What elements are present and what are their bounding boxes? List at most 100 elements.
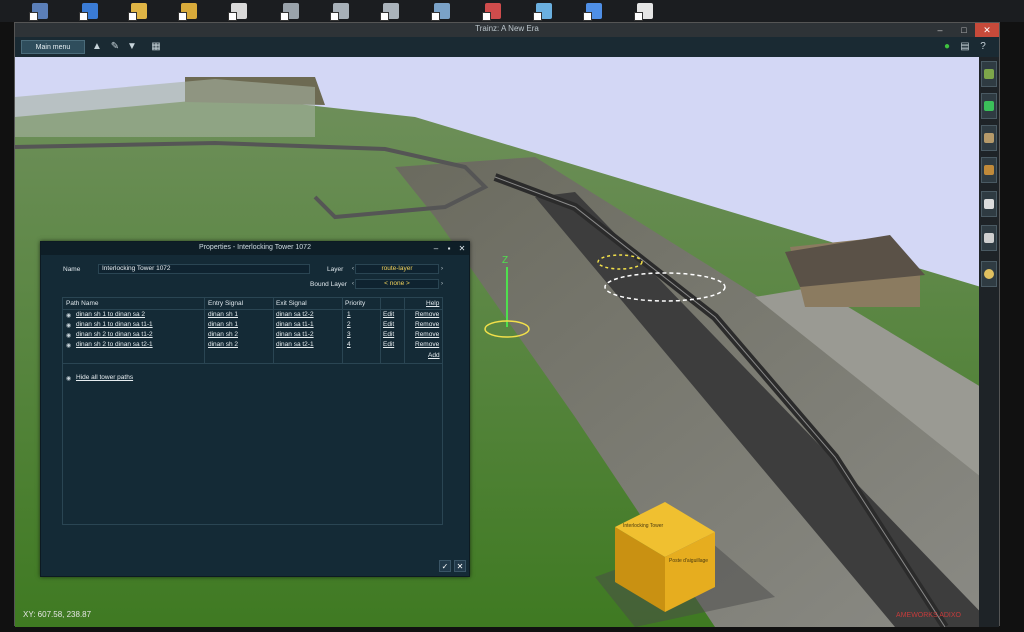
desktop-taskbar <box>0 0 1024 22</box>
divider <box>63 309 442 310</box>
properties-dialog: Properties - Interlocking Tower 1072 – ▪… <box>40 241 470 577</box>
exit-signal-link[interactable]: dinan sa t1-1 <box>276 321 314 328</box>
tool-sidebar <box>979 57 999 627</box>
bound-layer-select[interactable]: < none > <box>355 279 439 289</box>
remove-link[interactable]: Remove <box>415 331 439 338</box>
tool-terrain-button[interactable] <box>981 61 997 87</box>
maximize-button[interactable]: □ <box>953 23 975 37</box>
exit-signal-link[interactable]: dinan sa t2-1 <box>276 341 314 348</box>
document-shortcut-icon[interactable] <box>228 3 247 21</box>
app-shortcut-icon[interactable] <box>280 3 299 21</box>
dialog-close-button[interactable]: ✕ <box>457 243 467 254</box>
folder-shortcut-icon[interactable] <box>178 3 197 21</box>
cancel-button[interactable]: ✕ <box>454 560 466 572</box>
divider <box>273 298 274 363</box>
folder-shortcut-icon[interactable] <box>128 3 147 21</box>
eye-icon[interactable]: ◉ <box>66 322 71 329</box>
xy-readout: XY: 607.58, 238.87 <box>23 610 92 619</box>
watermark: AMEWORKS ADIXO <box>896 612 961 619</box>
hide-all-tower-paths-link[interactable]: Hide all tower paths <box>76 374 133 381</box>
main-menu-button[interactable]: Main menu <box>21 40 85 54</box>
app-shortcut-icon[interactable] <box>431 3 450 21</box>
tool-layers-button[interactable] <box>981 225 997 251</box>
minimize-button[interactable]: – <box>929 23 951 37</box>
exit-signal-header: Exit Signal <box>276 300 307 307</box>
priority-link[interactable]: 1 <box>347 311 351 318</box>
priority-header: Priority <box>345 300 366 307</box>
layer-label: Layer <box>327 266 344 273</box>
bound-layer-next-icon[interactable]: › <box>441 281 443 287</box>
app-shortcut-icon[interactable] <box>330 3 349 21</box>
tool-track-button[interactable] <box>981 157 997 183</box>
remove-link[interactable]: Remove <box>415 321 439 328</box>
edit-link[interactable]: Edit <box>383 321 394 328</box>
entry-signal-header: Entry Signal <box>208 300 244 307</box>
panel-icon[interactable]: ▤ <box>959 41 971 53</box>
app-shortcut-icon[interactable] <box>79 3 98 21</box>
dialog-minimize-button[interactable]: – <box>431 243 441 254</box>
document-shortcut-icon[interactable] <box>634 3 653 21</box>
remove-link[interactable]: Remove <box>415 341 439 348</box>
entry-signal-link[interactable]: dinan sh 1 <box>208 321 238 328</box>
priority-link[interactable]: 2 <box>347 321 351 328</box>
entry-signal-link[interactable]: dinan sh 2 <box>208 331 238 338</box>
title-bar[interactable]: Trainz: A New Era – □ ✕ <box>15 23 999 37</box>
path-name-link[interactable]: dinan sh 2 to dinan sa t1-2 <box>76 331 153 338</box>
grid-icon[interactable]: ▦ <box>150 41 162 53</box>
tool-wrench-button[interactable] <box>981 191 997 217</box>
edit-link[interactable]: Edit <box>383 311 394 318</box>
dialog-maximize-button[interactable]: ▪ <box>444 243 454 254</box>
priority-link[interactable]: 3 <box>347 331 351 338</box>
app-shortcut-icon[interactable] <box>380 3 399 21</box>
entry-signal-link[interactable]: dinan sh 1 <box>208 311 238 318</box>
paths-table: Path Name Entry Signal Exit Signal Prior… <box>62 297 443 525</box>
bound-layer-prev-icon[interactable]: ‹ <box>352 281 354 287</box>
divider <box>404 298 405 363</box>
edit-icon[interactable]: ✎ <box>109 41 121 53</box>
name-field[interactable]: Interlocking Tower 1072 <box>98 264 310 274</box>
edit-link[interactable]: Edit <box>383 341 394 348</box>
close-button[interactable]: ✕ <box>975 23 999 37</box>
window-title: Trainz: A New Era <box>475 24 539 33</box>
layer-select[interactable]: route-layer <box>355 264 439 274</box>
tower-box-label: Interlocking Tower <box>623 523 664 529</box>
user-icon[interactable]: ▲ <box>91 41 103 53</box>
divider <box>63 363 442 364</box>
path-name-link[interactable]: dinan sh 2 to dinan sa t2-1 <box>76 341 153 348</box>
help-link[interactable]: Help <box>426 300 439 307</box>
name-label: Name <box>63 266 81 273</box>
status-icon[interactable]: ● <box>941 41 953 53</box>
ok-button[interactable]: ✓ <box>439 560 451 572</box>
eye-icon[interactable]: ◉ <box>66 312 71 319</box>
tool-objects-button[interactable] <box>981 125 997 151</box>
gizmo-label: Z <box>502 255 508 266</box>
tool-paint-button[interactable] <box>981 93 997 119</box>
toolbar: Main menu ▲ ✎ ▼ ▦ ● ▤ ? <box>15 37 999 57</box>
exit-signal-link[interactable]: dinan sa t1-2 <box>276 331 314 338</box>
app-shortcut-icon[interactable] <box>482 3 501 21</box>
tower-box-label: Poste d'aiguillage <box>669 558 708 564</box>
remove-link[interactable]: Remove <box>415 311 439 318</box>
eye-icon[interactable]: ◉ <box>66 375 71 382</box>
dialog-title-bar[interactable]: Properties - Interlocking Tower 1072 – ▪… <box>41 242 469 255</box>
layer-next-icon[interactable]: › <box>441 266 443 272</box>
filter-icon[interactable]: ▼ <box>126 41 138 53</box>
app-shortcut-icon[interactable] <box>583 3 602 21</box>
tool-settings-button[interactable] <box>981 261 997 287</box>
path-name-link[interactable]: dinan sh 1 to dinan sa t1-1 <box>76 321 153 328</box>
priority-link[interactable]: 4 <box>347 341 351 348</box>
divider <box>204 298 205 363</box>
app-window: Trainz: A New Era – □ ✕ Main menu ▲ ✎ ▼ … <box>14 22 1000 627</box>
layer-prev-icon[interactable]: ‹ <box>352 266 354 272</box>
eye-icon[interactable]: ◉ <box>66 332 71 339</box>
computer-icon[interactable] <box>29 3 48 21</box>
eye-icon[interactable]: ◉ <box>66 342 71 349</box>
exit-signal-link[interactable]: dinan sa t2-2 <box>276 311 314 318</box>
path-name-link[interactable]: dinan sh 1 to dinan sa 2 <box>76 311 145 318</box>
app-shortcut-icon[interactable] <box>533 3 552 21</box>
bound-layer-label: Bound Layer <box>310 281 347 288</box>
entry-signal-link[interactable]: dinan sh 2 <box>208 341 238 348</box>
edit-link[interactable]: Edit <box>383 331 394 338</box>
add-link[interactable]: Add <box>428 352 440 359</box>
help-icon[interactable]: ? <box>977 41 989 53</box>
